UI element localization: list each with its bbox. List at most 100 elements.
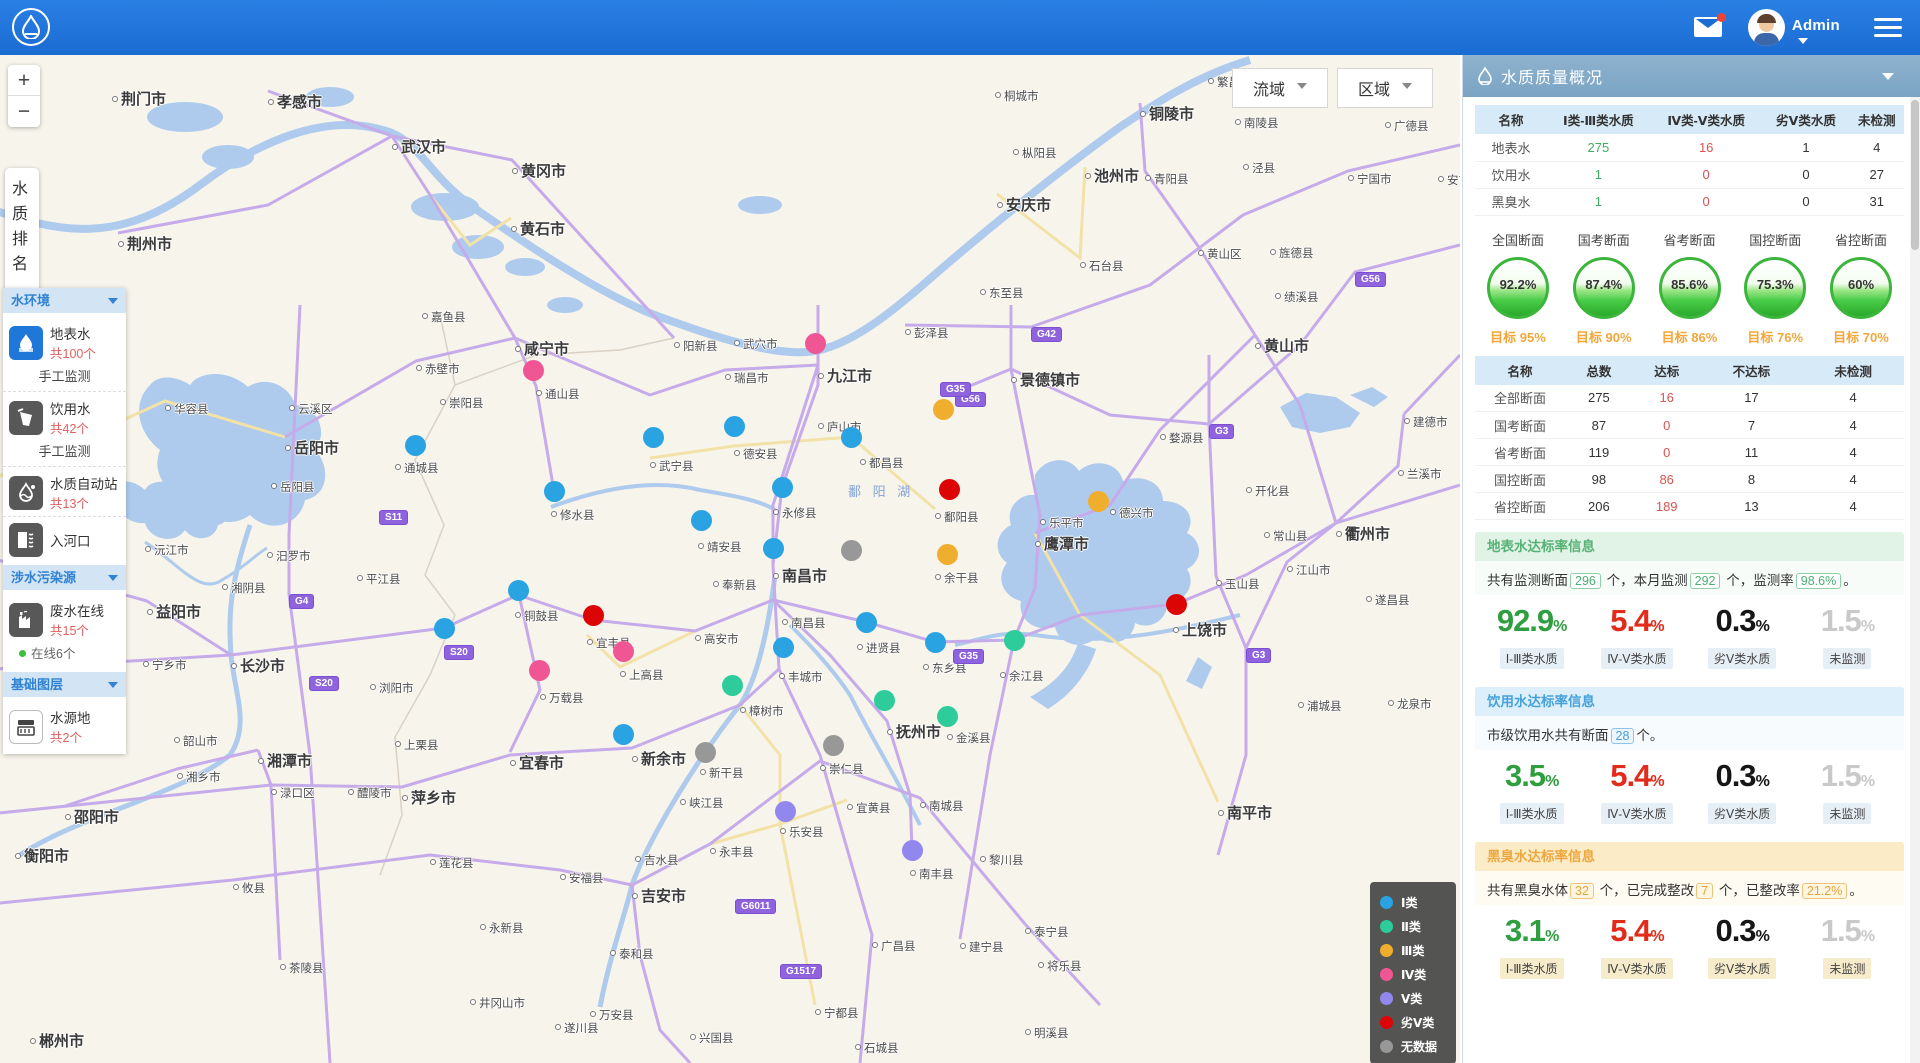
station-dot-c3[interactable] bbox=[933, 399, 954, 420]
station-dot-c1[interactable] bbox=[856, 612, 877, 633]
stat-unit: % bbox=[1861, 928, 1874, 945]
city-label: 上栗县 bbox=[395, 737, 439, 753]
zoom-in-button[interactable]: + bbox=[8, 65, 40, 96]
station-dot-c0[interactable] bbox=[695, 742, 716, 763]
layer-group-header[interactable]: 基础图层 bbox=[3, 672, 126, 697]
table-row: 省考断面1190114 bbox=[1475, 439, 1904, 466]
city-label: 青阳县 bbox=[1145, 171, 1189, 187]
station-dot-c5[interactable] bbox=[902, 840, 923, 861]
station-dot-c1[interactable] bbox=[544, 481, 565, 502]
station-dot-c1[interactable] bbox=[772, 477, 793, 498]
city-label: 黄石市 bbox=[511, 218, 565, 239]
legend-dot bbox=[1380, 1040, 1393, 1053]
zoom-out-button[interactable]: − bbox=[8, 96, 40, 127]
station-dot-c2[interactable] bbox=[722, 675, 743, 696]
city-label: 奉新县 bbox=[713, 577, 757, 593]
layer-item[interactable]: 废水在线共15个在线6个 bbox=[3, 594, 126, 668]
gauge-target: 目标 86% bbox=[1649, 327, 1731, 346]
layer-item[interactable]: 饮用水共42个手工监测 bbox=[3, 391, 126, 466]
row-value: 275 bbox=[1565, 385, 1633, 412]
stat-value: 1.5% bbox=[1795, 913, 1900, 949]
basin-dropdown[interactable]: 流域 bbox=[1232, 68, 1328, 108]
station-dot-c1[interactable] bbox=[925, 632, 946, 653]
station-dot-c2[interactable] bbox=[874, 690, 895, 711]
station-dot-c1[interactable] bbox=[613, 724, 634, 745]
station-dot-c5[interactable] bbox=[775, 801, 796, 822]
layer-item[interactable]: 入河口 bbox=[3, 516, 126, 561]
station-dot-c6[interactable] bbox=[583, 605, 604, 626]
user-menu[interactable]: Admin bbox=[1792, 17, 1840, 51]
city-label: 德安县 bbox=[734, 446, 778, 462]
gauge-circle: 75.3% bbox=[1744, 257, 1806, 319]
station-dot-c1[interactable] bbox=[841, 427, 862, 448]
gauge: 国控断面75.3%目标 76% bbox=[1734, 230, 1816, 346]
station-dot-c2[interactable] bbox=[937, 706, 958, 727]
station-dot-c1[interactable] bbox=[691, 510, 712, 531]
station-dot-c4[interactable] bbox=[805, 333, 826, 354]
station-dot-c1[interactable] bbox=[724, 416, 745, 437]
section-title[interactable]: 地表水达标率信息 bbox=[1475, 532, 1904, 561]
station-dot-c0[interactable] bbox=[841, 540, 862, 561]
layer-item-row: 地表水共100个 bbox=[9, 323, 120, 362]
station-dot-c3[interactable] bbox=[937, 544, 958, 565]
station-dot-c3[interactable] bbox=[1088, 491, 1109, 512]
legend-dot bbox=[1380, 992, 1393, 1005]
stat-label: Ⅰ-Ⅲ类水质 bbox=[1500, 648, 1564, 669]
scrollbar-thumb[interactable] bbox=[1911, 100, 1919, 250]
row-value: 1 bbox=[1547, 188, 1650, 215]
layer-item[interactable]: 地表水共100个手工监测 bbox=[3, 317, 126, 391]
row-value: 87 bbox=[1565, 412, 1633, 439]
layer-item-row: 水质自动站共13个 bbox=[9, 473, 120, 512]
region-dropdown[interactable]: 区域 bbox=[1337, 68, 1433, 108]
menu-icon[interactable] bbox=[1874, 18, 1902, 42]
table-row: 国控断面988684 bbox=[1475, 466, 1904, 493]
station-dot-c0[interactable] bbox=[823, 735, 844, 756]
layer-group-header[interactable]: 水环境 bbox=[3, 288, 126, 313]
city-label: 峡江县 bbox=[680, 795, 724, 811]
table-row: 饮用水10027 bbox=[1475, 161, 1904, 188]
station-dot-c1[interactable] bbox=[643, 427, 664, 448]
station-dot-c1[interactable] bbox=[405, 435, 426, 456]
layer-item[interactable]: 水源地共2个 bbox=[3, 701, 126, 750]
section-title[interactable]: 饮用水达标率信息 bbox=[1475, 687, 1904, 716]
app-logo-icon[interactable] bbox=[12, 8, 50, 46]
station-dot-c1[interactable] bbox=[434, 618, 455, 639]
city-label: 彭泽县 bbox=[905, 325, 949, 341]
station-dot-c4[interactable] bbox=[523, 360, 544, 381]
row-name: 省考断面 bbox=[1475, 439, 1565, 466]
table-row: 地表水2751614 bbox=[1475, 134, 1904, 161]
city-label: 安福县 bbox=[560, 870, 604, 886]
row-value: 16 bbox=[1650, 134, 1763, 161]
panel-header[interactable]: 水质质量概况 bbox=[1463, 55, 1920, 97]
city-label: 通城县 bbox=[395, 460, 439, 476]
mail-icon[interactable] bbox=[1694, 17, 1722, 37]
table-header-cell: 劣Ⅴ类水质 bbox=[1763, 105, 1850, 134]
city-label: 平江县 bbox=[357, 571, 401, 587]
city-label: 乐平市 bbox=[1040, 515, 1084, 531]
station-dot-c1[interactable] bbox=[508, 580, 529, 601]
station-dot-c1[interactable] bbox=[763, 538, 784, 559]
city-label: 余干县 bbox=[935, 570, 979, 586]
row-value: 275 bbox=[1547, 134, 1650, 161]
rank-tab[interactable]: 水质排名 bbox=[5, 168, 39, 292]
map-base-layer bbox=[0, 55, 1460, 1063]
station-dot-c4[interactable] bbox=[529, 660, 550, 681]
stat-label: Ⅳ-Ⅴ类水质 bbox=[1601, 958, 1672, 979]
map-canvas[interactable]: 荆门市孝感市武汉市荆州市黄冈市黄石市咸宁市岳阳市益阳市长沙市湘潭市湘乡市宁乡市沅… bbox=[0, 55, 1460, 1063]
layer-item[interactable]: 水质自动站共13个 bbox=[3, 466, 126, 516]
layer-group-header[interactable]: 涉水污染源 bbox=[3, 565, 126, 590]
station-dot-c1[interactable] bbox=[773, 637, 794, 658]
city-label: 通山县 bbox=[536, 386, 580, 402]
station-dot-c6[interactable] bbox=[939, 479, 960, 500]
row-value: 4 bbox=[1802, 385, 1904, 412]
avatar[interactable] bbox=[1748, 9, 1785, 46]
station-dot-c2[interactable] bbox=[1004, 630, 1025, 651]
row-value: 11 bbox=[1701, 439, 1803, 466]
layer-item-title: 废水在线 bbox=[50, 600, 104, 620]
table-row: 黑臭水10031 bbox=[1475, 188, 1904, 215]
panel-scrollbar[interactable] bbox=[1910, 97, 1920, 1063]
city-label: 兴国县 bbox=[690, 1030, 734, 1046]
station-dot-c6[interactable] bbox=[1166, 594, 1187, 615]
section-title[interactable]: 黑臭水达标率信息 bbox=[1475, 842, 1904, 871]
station-dot-c4[interactable] bbox=[613, 641, 634, 662]
